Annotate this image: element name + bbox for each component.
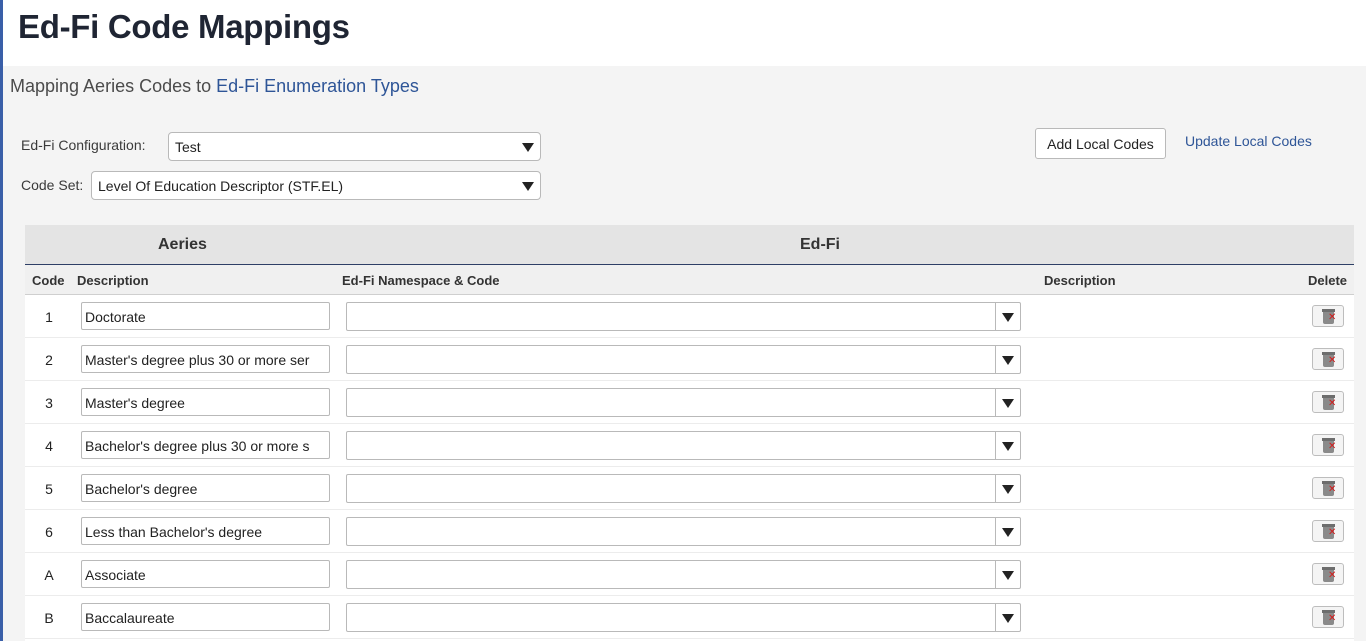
select-divider: [995, 346, 996, 373]
codeset-label: Code Set:: [21, 177, 84, 193]
chevron-down-icon: [522, 143, 534, 152]
select-divider: [995, 432, 996, 459]
description-input[interactable]: Less than Bachelor's degree: [81, 517, 330, 545]
table-row: 3 Master's degree ✕: [25, 381, 1354, 424]
description-input[interactable]: Bachelor's degree plus 30 or more s: [81, 431, 330, 459]
table-row: 5 Bachelor's degree ✕: [25, 467, 1354, 510]
select-divider: [995, 604, 996, 631]
chevron-down-icon: [1002, 614, 1014, 623]
delete-button[interactable]: ✕: [1312, 563, 1344, 585]
trash-icon: ✕: [1322, 352, 1336, 367]
mapping-grid: Aeries Ed-Fi Code Description Ed-Fi Name…: [25, 225, 1354, 641]
delete-button[interactable]: ✕: [1312, 348, 1344, 370]
delete-button[interactable]: ✕: [1312, 434, 1344, 456]
select-divider: [995, 389, 996, 416]
select-divider: [995, 561, 996, 588]
row-code: 5: [45, 481, 53, 497]
chevron-down-icon: [1002, 356, 1014, 365]
page-title: Ed-Fi Code Mappings: [18, 8, 350, 45]
row-code: 1: [45, 309, 53, 325]
chevron-down-icon: [1002, 528, 1014, 537]
delete-button[interactable]: ✕: [1312, 606, 1344, 628]
chevron-down-icon: [522, 182, 534, 191]
add-local-codes-button[interactable]: Add Local Codes: [1035, 128, 1166, 159]
namespace-select[interactable]: [346, 388, 1021, 417]
col-edfi-description: Description: [1044, 273, 1116, 288]
table-row: 1 Doctorate ✕: [25, 295, 1354, 338]
delete-button[interactable]: ✕: [1312, 477, 1344, 499]
namespace-select[interactable]: [346, 474, 1021, 503]
table-row: A Associate ✕: [25, 553, 1354, 596]
chevron-down-icon: [1002, 485, 1014, 494]
delete-button[interactable]: ✕: [1312, 520, 1344, 542]
chevron-down-icon: [1002, 313, 1014, 322]
description-input[interactable]: Bachelor's degree: [81, 474, 330, 502]
description-input[interactable]: Master's degree: [81, 388, 330, 416]
table-row: 4 Bachelor's degree plus 30 or more s ✕: [25, 424, 1354, 467]
select-divider: [995, 303, 996, 330]
namespace-select[interactable]: [346, 560, 1021, 589]
delete-button[interactable]: ✕: [1312, 305, 1344, 327]
row-code: 4: [45, 438, 53, 454]
namespace-select[interactable]: [346, 431, 1021, 460]
col-code: Code: [32, 273, 65, 288]
delete-button[interactable]: ✕: [1312, 391, 1344, 413]
edfi-enumeration-types-link[interactable]: Ed-Fi Enumeration Types: [216, 76, 419, 96]
group-edfi: Ed-Fi: [800, 236, 840, 253]
col-delete: Delete: [1308, 273, 1348, 288]
trash-icon: ✕: [1322, 438, 1336, 453]
col-description: Description: [77, 273, 149, 288]
namespace-select[interactable]: [346, 517, 1021, 546]
main-content: Mapping Aeries Codes to Ed-Fi Enumeratio…: [3, 66, 1366, 641]
table-row: 2 Master's degree plus 30 or more ser ✕: [25, 338, 1354, 381]
page-header: Ed-Fi Code Mappings: [0, 0, 1366, 66]
codeset-select[interactable]: Level Of Education Descriptor (STF.EL): [91, 171, 541, 200]
select-divider: [995, 475, 996, 502]
config-select[interactable]: Test: [168, 132, 541, 161]
description-input[interactable]: Doctorate: [81, 302, 330, 330]
row-code: B: [44, 610, 54, 626]
row-code: 2: [45, 352, 53, 368]
description-input[interactable]: Associate: [81, 560, 330, 588]
select-divider: [995, 518, 996, 545]
config-select-value: Test: [175, 139, 201, 155]
row-code: A: [44, 567, 54, 583]
trash-icon: ✕: [1322, 524, 1336, 539]
namespace-select[interactable]: [346, 345, 1021, 374]
trash-icon: ✕: [1322, 567, 1336, 582]
page-subtitle: Mapping Aeries Codes to Ed-Fi Enumeratio…: [10, 76, 419, 97]
row-code: 6: [45, 524, 53, 540]
grid-group-header: Aeries Ed-Fi: [25, 225, 1354, 265]
col-namespace: Ed-Fi Namespace & Code: [342, 273, 500, 288]
grid-column-header: Code Description Ed-Fi Namespace & Code …: [25, 265, 1354, 295]
chevron-down-icon: [1002, 442, 1014, 451]
namespace-select[interactable]: [346, 302, 1021, 331]
config-label: Ed-Fi Configuration:: [21, 137, 146, 153]
trash-icon: ✕: [1322, 481, 1336, 496]
trash-icon: ✕: [1322, 309, 1336, 324]
table-row: 6 Less than Bachelor's degree ✕: [25, 510, 1354, 553]
chevron-down-icon: [1002, 571, 1014, 580]
trash-icon: ✕: [1322, 610, 1336, 625]
chevron-down-icon: [1002, 399, 1014, 408]
description-input[interactable]: Baccalaureate: [81, 603, 330, 631]
codeset-select-value: Level Of Education Descriptor (STF.EL): [98, 178, 344, 194]
trash-icon: ✕: [1322, 395, 1336, 410]
table-row: B Baccalaureate ✕: [25, 596, 1354, 639]
subtitle-text: Mapping Aeries Codes to: [10, 76, 217, 96]
namespace-select[interactable]: [346, 603, 1021, 632]
group-aeries: Aeries: [158, 236, 207, 253]
description-input[interactable]: Master's degree plus 30 or more ser: [81, 345, 330, 373]
update-local-codes-link[interactable]: Update Local Codes: [1185, 133, 1312, 149]
row-code: 3: [45, 395, 53, 411]
